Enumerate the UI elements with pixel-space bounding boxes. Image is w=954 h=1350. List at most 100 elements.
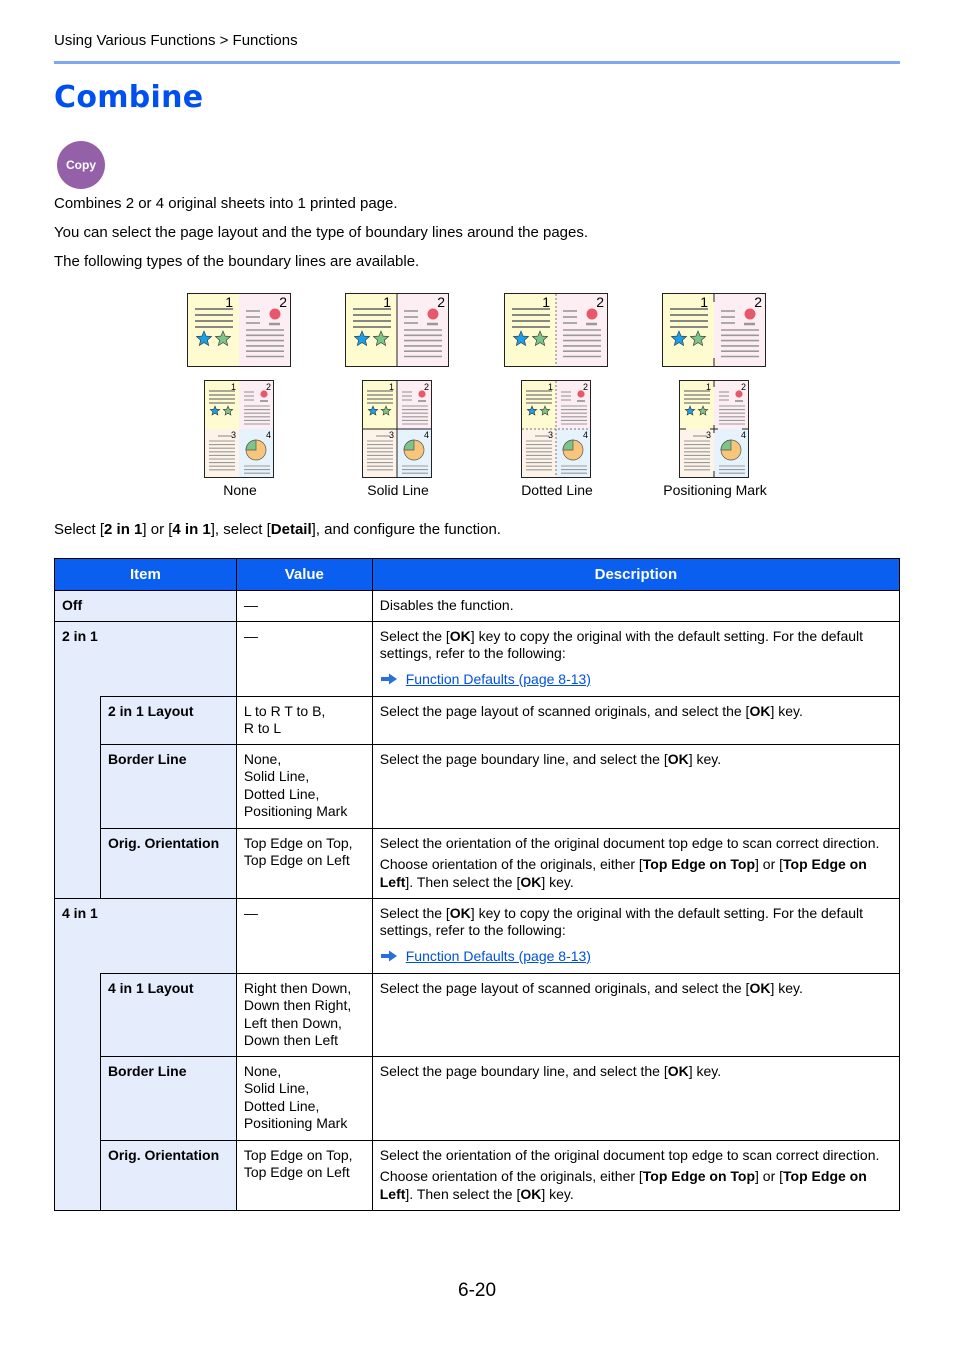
function-defaults-link[interactable]: Function Defaults (page 8-13) [406, 948, 591, 966]
text: ], and configure the function. [311, 521, 501, 538]
text: ]. Then select the [ [405, 1185, 521, 1202]
table-row: Border Line None, Solid Line, Dotted Lin… [54, 743, 901, 829]
indent-cell [54, 696, 101, 744]
text: ] key. [688, 750, 722, 767]
description-cell: Select the [OK] key to copy the original… [371, 897, 901, 974]
bold-text: 4 in 1 [172, 521, 211, 538]
page-number-label: 4 [741, 430, 746, 440]
text: ] or [ [142, 521, 173, 538]
bold-text: Top Edge on Top [642, 856, 756, 872]
bold-text: OK [667, 1062, 689, 1079]
text: Choose orientation of the originals, eit… [379, 1168, 643, 1184]
page-number-label: 4 [583, 430, 588, 440]
text: Select the [ [379, 904, 450, 921]
header-description: Description [371, 558, 901, 591]
arrow-right-icon [380, 673, 397, 685]
text: ] key. [541, 1185, 574, 1202]
instruction-text: Select [2 in 1] or [4 in 1], select [Det… [54, 521, 501, 538]
description-cell: Select the page layout of scanned origin… [371, 695, 901, 745]
description-cell: Select the page layout of scanned origin… [371, 972, 901, 1057]
sub-item-cell: 4 in 1 Layout [99, 972, 237, 1057]
text: ], select [ [210, 521, 271, 538]
page-number-label: 4 [266, 430, 271, 440]
table-row: Off — Disables the function. [54, 590, 901, 622]
value-cell: — [235, 590, 373, 622]
description-text: Select the orientation of the original d… [379, 1146, 880, 1163]
text: ] key. [541, 873, 574, 890]
page-number-label: 3 [706, 430, 711, 440]
description-text: Select the orientation of the original d… [379, 834, 880, 851]
item-cell: 4 in 1 [54, 897, 237, 973]
figure-label: Solid Line [367, 482, 429, 498]
figure-label: Dotted Line [521, 482, 593, 498]
value-cell: Top Edge on Top, Top Edge on Left [235, 827, 373, 899]
page-number-label: 1 [700, 294, 708, 310]
description-text: Choose orientation of the originals, eit… [380, 856, 892, 891]
item-cell: Off [54, 590, 237, 622]
table-row: Orig. Orientation Top Edge on Top, Top E… [54, 827, 901, 899]
value-cell: — [235, 620, 373, 697]
four-in-one-diagram: 1 23 4 [521, 380, 591, 478]
circle-icon [586, 308, 598, 320]
page-number-label: 4 [424, 430, 429, 440]
table-row: 4 in 1 — Select the [OK] key to copy the… [54, 897, 901, 974]
text: Select the page layout of scanned origin… [379, 979, 750, 996]
bold-text: OK [449, 904, 471, 921]
copy-badge: Copy [57, 141, 105, 189]
table-header-row: Item Value Description [54, 558, 901, 591]
bold-text: Detail [270, 521, 312, 538]
page-title: Combine [54, 80, 204, 115]
page-number: 6-20 [458, 1280, 497, 1301]
two-in-one-diagram: 12 [504, 293, 608, 367]
description-cell: Select the orientation of the original d… [371, 1139, 901, 1211]
sub-item-cell: Border Line [99, 743, 237, 829]
text: Select the page boundary line, and selec… [379, 1062, 668, 1079]
description-paragraph: You can select the page layout and the t… [54, 224, 589, 241]
header-value: Value [235, 558, 373, 591]
circle-icon [735, 390, 743, 398]
description-text: Select the [OK] key to copy the original… [380, 905, 892, 940]
circle-icon [744, 308, 756, 320]
page-number-label: 2 [424, 382, 429, 392]
sub-item-cell: Orig. Orientation [99, 827, 237, 899]
bold-text: OK [749, 702, 771, 719]
text: Select the page boundary line, and selec… [379, 750, 668, 767]
table-row: Border Line None, Solid Line, Dotted Lin… [54, 1055, 901, 1141]
description-cell: Select the orientation of the original d… [371, 827, 901, 899]
sub-item-cell: 2 in 1 Layout [99, 695, 237, 745]
figure-label: None [223, 482, 257, 498]
indent-cell [54, 1140, 101, 1211]
page-number-label: 2 [741, 382, 746, 392]
bold-text: OK [667, 750, 689, 767]
page-number-label: 2 [437, 294, 445, 310]
description-text: Choose orientation of the originals, eit… [380, 1168, 892, 1203]
function-defaults-link[interactable]: Function Defaults (page 8-13) [406, 671, 591, 689]
circle-icon [269, 308, 281, 320]
indent-cell [54, 973, 101, 1056]
circle-icon [418, 390, 426, 398]
reference-link-row: Function Defaults (page 8-13) [380, 671, 892, 689]
two-in-one-diagram: 12 [187, 293, 291, 367]
page-number-label: 3 [389, 430, 394, 440]
reference-link-row: Function Defaults (page 8-13) [380, 948, 892, 966]
value-cell: L to R T to B, R to L [235, 695, 373, 745]
page-number-label: 3 [548, 430, 553, 440]
value-cell: Top Edge on Top, Top Edge on Left [235, 1139, 373, 1211]
page-number-label: 2 [596, 294, 604, 310]
text: Select [ [54, 521, 105, 538]
table-row: 2 in 1 Layout L to R T to B, R to L Sele… [54, 695, 901, 745]
text: ] or [ [755, 856, 784, 872]
bold-text: Top Edge on Top [642, 1168, 756, 1184]
description-cell: Select the page boundary line, and selec… [371, 1055, 901, 1141]
page-number-label: 2 [266, 382, 271, 392]
bold-text: OK [520, 873, 542, 890]
text: Select the [ [379, 627, 450, 644]
text: Select the page layout of scanned origin… [379, 702, 750, 719]
text: ] key. [688, 1062, 722, 1079]
description-cell: Select the [OK] key to copy the original… [371, 620, 901, 697]
two-in-one-diagram: 12 [662, 293, 766, 367]
bold-text: OK [449, 627, 471, 644]
table-row: 4 in 1 Layout Right then Down, Down then… [54, 972, 901, 1057]
value-cell: None, Solid Line, Dotted Line, Positioni… [235, 743, 373, 829]
item-cell: 2 in 1 [54, 620, 237, 696]
